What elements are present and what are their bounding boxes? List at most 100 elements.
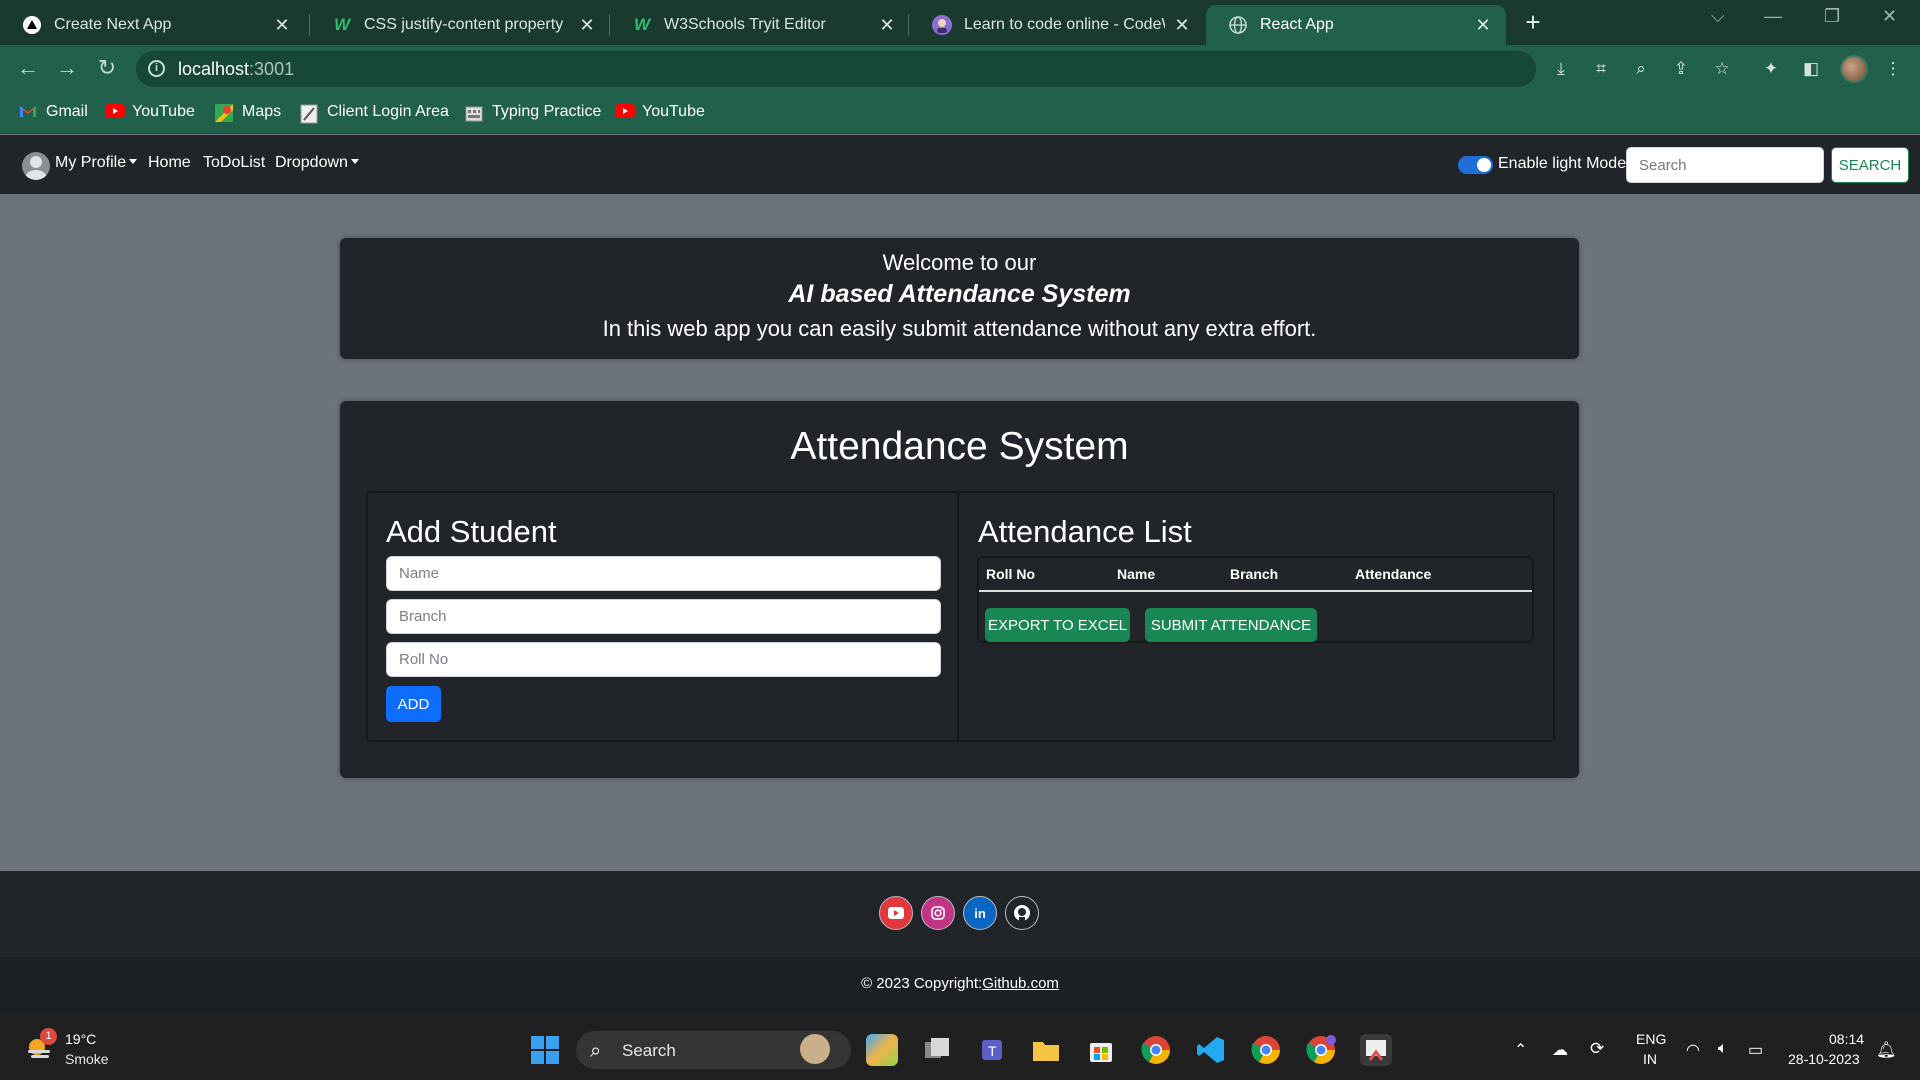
input-region[interactable]: IN (1643, 1051, 1657, 1067)
weather-temperature[interactable]: 19°C (65, 1031, 96, 1047)
tab-codewithharry[interactable]: Learn to code online - CodeWith ✕ (910, 5, 1205, 45)
browser-tab-bar: Create Next App ✕ W CSS justify-content … (0, 0, 1920, 45)
table-header-divider (979, 590, 1532, 592)
github-link[interactable]: Github.com (982, 975, 1059, 992)
nextjs-icon (22, 15, 42, 35)
address-bar: ← → ↻ i localhost:3001 ⤓ ⌗ ⌕ ⇪ ☆ ✦ ◧ ⋮ (0, 45, 1920, 93)
tab-react-app[interactable]: React App ✕ (1206, 5, 1506, 45)
bookmark-label: Client Login Area (327, 103, 449, 120)
linkedin-icon[interactable]: in (963, 896, 997, 930)
bookmark-youtube-2[interactable]: YouTube (615, 103, 705, 121)
export-to-excel-button[interactable]: EXPORT TO EXCEL (985, 608, 1130, 642)
add-student-heading: Add Student (386, 514, 557, 549)
show-hidden-icons-icon[interactable]: ⌃ (1514, 1040, 1527, 1060)
light-mode-toggle[interactable] (1458, 156, 1493, 174)
teams-icon[interactable]: T (976, 1034, 1008, 1066)
youtube-icon (105, 104, 125, 120)
nav-dropdown-label: Dropdown (275, 154, 348, 171)
zoom-icon[interactable]: ⌕ (1630, 59, 1652, 81)
page-title: Attendance System (790, 425, 1129, 468)
volume-icon[interactable]: 🔈︎ (1718, 1040, 1728, 1058)
more-menu-icon[interactable]: ⋮ (1882, 59, 1904, 81)
chrome-profile-avatar[interactable] (1840, 55, 1868, 83)
close-icon[interactable]: ✕ (578, 15, 596, 36)
install-app-icon[interactable]: ⤓ (1550, 59, 1572, 81)
new-tab-icon[interactable]: + (1519, 7, 1547, 38)
instagram-icon[interactable] (921, 896, 955, 930)
site-info-icon[interactable]: i (148, 60, 165, 77)
close-icon[interactable]: ✕ (1173, 15, 1191, 36)
tab-css-justify-content[interactable]: W CSS justify-content property ✕ (310, 5, 610, 45)
sync-icon[interactable]: ⟳ (1590, 1039, 1604, 1059)
tab-w3schools-tryit[interactable]: W W3Schools Tryit Editor ✕ (610, 5, 910, 45)
column-header-name: Name (1117, 566, 1156, 582)
tab-create-next-app[interactable]: Create Next App ✕ (0, 5, 305, 45)
bookmark-typing-practice[interactable]: Typing Practice (465, 103, 601, 122)
roll-no-field[interactable] (386, 642, 941, 677)
bookmark-maps[interactable]: Maps (215, 103, 281, 122)
microsoft-store-icon[interactable] (1085, 1034, 1117, 1066)
caret-down-icon (350, 159, 359, 164)
nav-my-profile[interactable]: My Profile (55, 154, 138, 172)
light-mode-label: Enable light Mode (1498, 155, 1627, 172)
bookmark-gmail[interactable]: Gmail (19, 103, 88, 121)
column-header-branch: Branch (1230, 566, 1279, 582)
file-explorer-icon[interactable] (1030, 1034, 1062, 1066)
url-omnibox[interactable]: i localhost:3001 (136, 51, 1536, 87)
snipping-tool-icon[interactable] (1360, 1034, 1392, 1066)
github-icon[interactable] (1005, 896, 1039, 930)
clock-date[interactable]: 28-10-2023 (1788, 1051, 1860, 1067)
copyright-prefix: © 2023 Copyright: (861, 975, 983, 992)
name-field[interactable] (386, 556, 941, 591)
windows-start-icon[interactable] (529, 1034, 561, 1066)
onedrive-icon[interactable]: ☁ (1552, 1040, 1568, 1060)
footer-social-bar (0, 871, 1920, 957)
clock-time[interactable]: 08:14 (1829, 1031, 1864, 1047)
submit-attendance-button[interactable]: SUBMIT ATTENDANCE (1145, 608, 1317, 642)
forward-arrow-icon[interactable]: → (53, 55, 81, 81)
window-close-icon[interactable]: ✕ (1882, 6, 1897, 27)
bookmark-client-login[interactable]: Client Login Area (300, 103, 449, 124)
vscode-icon[interactable] (1195, 1034, 1227, 1066)
close-icon[interactable]: ✕ (273, 15, 291, 36)
nav-home[interactable]: Home (148, 154, 191, 172)
weather-condition[interactable]: Smoke (65, 1051, 109, 1067)
tab-search-chevron-icon[interactable]: ⌵ (1711, 6, 1725, 27)
close-icon[interactable]: ✕ (1474, 15, 1492, 36)
minimize-icon[interactable]: — (1764, 6, 1782, 27)
chrome-icon[interactable] (1140, 1034, 1172, 1066)
close-icon[interactable]: ✕ (878, 15, 896, 36)
copilot-icon[interactable] (866, 1034, 898, 1066)
input-language[interactable]: ENG (1636, 1031, 1666, 1047)
task-view-icon[interactable] (921, 1034, 953, 1066)
side-panel-icon[interactable]: ◧ (1800, 59, 1822, 81)
search-icon: ⌕ (590, 1040, 602, 1062)
share-icon[interactable]: ⇪ (1670, 59, 1692, 81)
translate-icon[interactable]: ⌗ (1590, 59, 1612, 81)
youtube-icon[interactable] (879, 896, 913, 930)
extensions-icon[interactable]: ✦ (1760, 59, 1782, 81)
bookmark-youtube[interactable]: YouTube (105, 103, 195, 121)
attendance-list-heading: Attendance List (978, 514, 1192, 549)
notification-bell-icon[interactable]: 🔔︎ (1876, 1040, 1896, 1060)
wifi-icon[interactable]: ◠ (1686, 1040, 1700, 1060)
url-host: localhost (178, 59, 250, 79)
branch-field[interactable] (386, 599, 941, 634)
bookmark-star-icon[interactable]: ☆ (1711, 59, 1733, 81)
profile-avatar[interactable] (22, 152, 50, 180)
nav-todolist[interactable]: ToDoList (203, 154, 265, 172)
search-highlight-icon (800, 1034, 830, 1064)
nav-dropdown[interactable]: Dropdown (275, 154, 359, 172)
search-button[interactable]: SEARCH (1831, 147, 1909, 183)
back-arrow-icon[interactable]: ← (14, 55, 42, 81)
url-text[interactable]: localhost:3001 (178, 59, 294, 80)
chrome-profile-2-icon[interactable] (1250, 1034, 1282, 1066)
search-input[interactable] (1626, 147, 1824, 183)
reload-icon[interactable]: ↻ (93, 55, 121, 81)
add-button[interactable]: ADD (386, 686, 441, 722)
tab-separator (908, 14, 909, 36)
chrome-profile-3-icon[interactable] (1305, 1034, 1337, 1066)
youtube-icon (615, 104, 635, 120)
restore-icon[interactable]: ❐ (1824, 6, 1840, 27)
battery-icon[interactable]: ▭ (1748, 1040, 1763, 1060)
